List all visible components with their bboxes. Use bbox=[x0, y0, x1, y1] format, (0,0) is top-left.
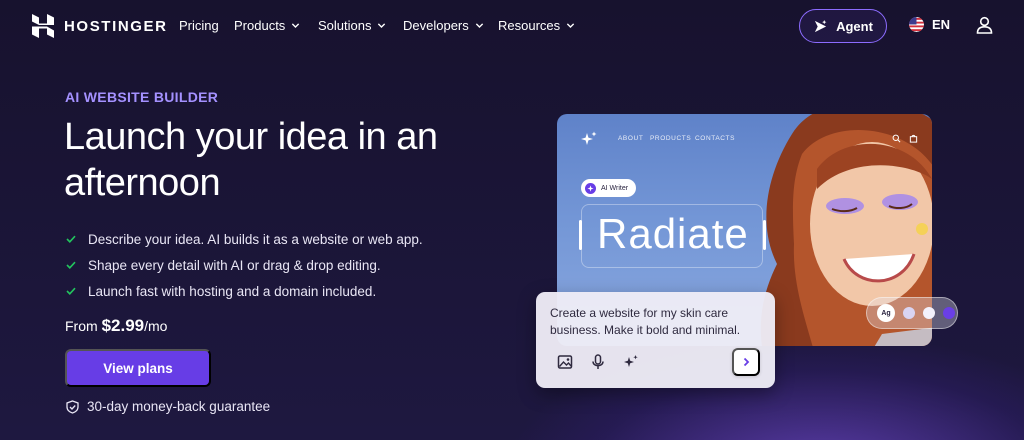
language-selector[interactable]: EN bbox=[909, 17, 950, 32]
image-icon[interactable] bbox=[557, 354, 573, 370]
chevron-right-icon bbox=[743, 357, 750, 367]
color-swatch-lavender[interactable] bbox=[903, 307, 915, 319]
ai-writer-label: AI Writer bbox=[601, 184, 629, 192]
hostinger-logo-icon bbox=[32, 14, 54, 38]
feature-text: Describe your idea. AI builds it as a we… bbox=[88, 231, 423, 247]
feature-item: Describe your idea. AI builds it as a we… bbox=[66, 226, 423, 252]
color-swatch-purple[interactable] bbox=[943, 307, 955, 319]
sparkle-logo-icon bbox=[581, 131, 597, 145]
nav-solutions-label: Solutions bbox=[318, 18, 372, 33]
text-cursor-right bbox=[763, 220, 766, 250]
feature-text: Launch fast with hosting and a domain in… bbox=[88, 283, 377, 299]
language-label: EN bbox=[932, 17, 951, 32]
check-icon bbox=[66, 235, 76, 243]
feature-list: Describe your idea. AI builds it as a we… bbox=[66, 226, 423, 304]
chevron-down-icon bbox=[378, 23, 386, 28]
font-style-button[interactable]: Ag bbox=[877, 304, 895, 322]
hero-headline: Launch your idea in an afternoon bbox=[64, 116, 438, 204]
prompt-actions bbox=[557, 354, 639, 370]
ai-prompt-card[interactable]: Create a website for my skin care busine… bbox=[536, 292, 775, 388]
brand-logo[interactable]: HOSTINGER bbox=[32, 14, 168, 38]
view-plans-button[interactable]: View plans bbox=[65, 349, 211, 387]
preview-nav-about: ABOUT bbox=[618, 135, 644, 142]
ai-sparkle-icon[interactable] bbox=[623, 354, 639, 370]
money-back-guarantee: 30-day money-back guarantee bbox=[66, 399, 270, 414]
price-prefix: From bbox=[65, 318, 102, 334]
us-flag-icon bbox=[909, 17, 924, 32]
agent-button[interactable]: Agent bbox=[799, 9, 887, 43]
text-cursor-left bbox=[579, 220, 582, 250]
preview-toolbar bbox=[892, 134, 918, 143]
nav-products[interactable]: Products bbox=[234, 18, 300, 33]
chevron-down-icon bbox=[567, 23, 575, 28]
nav-pricing-label: Pricing bbox=[179, 18, 219, 33]
nav-resources-label: Resources bbox=[498, 18, 561, 33]
ai-writer-chip[interactable]: AI Writer bbox=[581, 179, 637, 197]
nav-developers[interactable]: Developers bbox=[403, 18, 484, 33]
agent-sparkle-icon bbox=[814, 19, 827, 32]
nav-solutions[interactable]: Solutions bbox=[318, 18, 386, 33]
feature-text: Shape every detail with AI or drag & dro… bbox=[88, 257, 381, 273]
hero-eyebrow: AI WEBSITE BUILDER bbox=[65, 89, 219, 105]
chevron-down-icon bbox=[292, 23, 300, 28]
user-account-icon[interactable] bbox=[976, 16, 993, 34]
nav-developers-label: Developers bbox=[403, 18, 469, 33]
check-icon bbox=[66, 261, 76, 269]
top-nav: HOSTINGER Pricing Products Solutions Dev… bbox=[0, 0, 1024, 52]
send-prompt-button[interactable] bbox=[732, 348, 760, 376]
feature-item: Shape every detail with AI or drag & dro… bbox=[66, 252, 423, 278]
prompt-text: Create a website for my skin care busine… bbox=[550, 306, 741, 337]
shopping-bag-icon bbox=[909, 134, 918, 143]
style-picker: Ag bbox=[866, 297, 958, 329]
brand-name: HOSTINGER bbox=[64, 17, 168, 35]
price-line: From $2.99/mo bbox=[65, 316, 167, 336]
price-suffix: /mo bbox=[144, 318, 168, 334]
preview-headline: Radiate bbox=[597, 210, 749, 257]
preview-nav-contacts: CONTACTS bbox=[695, 135, 736, 142]
ai-writer-icon bbox=[585, 182, 596, 194]
nav-resources[interactable]: Resources bbox=[498, 18, 575, 33]
search-icon bbox=[892, 134, 901, 143]
nav-products-label: Products bbox=[234, 18, 286, 33]
shield-check-icon bbox=[66, 399, 79, 414]
microphone-icon[interactable] bbox=[590, 354, 606, 370]
nav-pricing[interactable]: Pricing bbox=[179, 18, 219, 33]
guarantee-text: 30-day money-back guarantee bbox=[87, 399, 271, 414]
preview-nav-products: PRODUCTS bbox=[650, 135, 692, 142]
agent-button-label: Agent bbox=[836, 18, 873, 34]
check-icon bbox=[66, 287, 76, 295]
price-amount: $2.99 bbox=[101, 316, 145, 335]
color-swatch-white[interactable] bbox=[923, 307, 935, 319]
chevron-down-icon bbox=[475, 23, 483, 28]
feature-item: Launch fast with hosting and a domain in… bbox=[66, 278, 423, 304]
